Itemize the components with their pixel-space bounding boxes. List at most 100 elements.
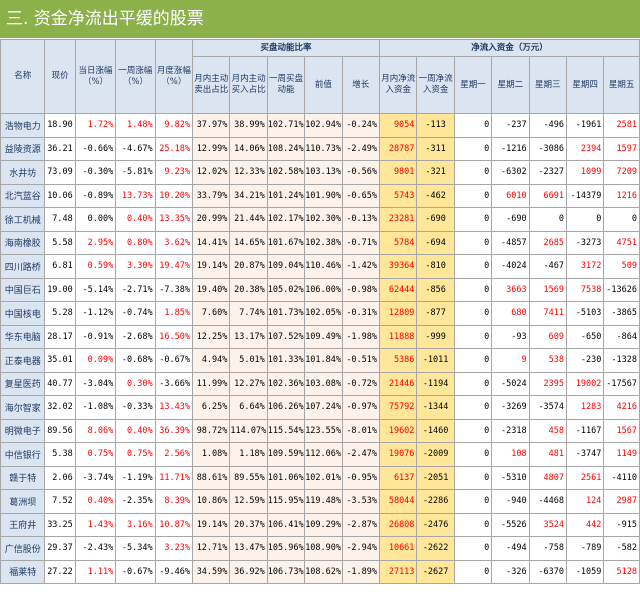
cell-week-change: 1.48%: [115, 113, 156, 138]
cell-name: 浩物电力: [0, 113, 46, 138]
cell-month-net: 5784: [379, 230, 418, 255]
cell-active-sell: 19.14%: [192, 512, 231, 537]
cell-fri: 1216: [603, 183, 640, 208]
cell-mon: 0: [453, 254, 493, 279]
cell-active-sell: 4.94%: [192, 348, 231, 373]
cell-growth: -0.51%: [341, 348, 381, 373]
cell-day-change: -3.04%: [74, 371, 117, 396]
cell-tue: 680: [491, 301, 530, 326]
cell-price: 18.90: [44, 113, 76, 138]
cell-day-change: 1.72%: [74, 113, 117, 138]
cell-thu: -3273: [565, 230, 605, 255]
cell-active-buy: 20.37%: [229, 512, 268, 537]
cell-mon: 0: [453, 324, 493, 349]
cell-week-change: 3.16%: [115, 512, 156, 537]
cell-price: 33.25: [44, 512, 76, 537]
col-tue: 星期二: [491, 56, 530, 114]
cell-month-net: 28787: [379, 136, 418, 161]
cell-week-change: 0.75%: [115, 442, 156, 467]
cell-week-buy-power: 101.67%: [266, 230, 306, 255]
cell-tue: -690: [491, 207, 530, 232]
cell-active-buy: 14.06%: [229, 136, 268, 161]
col-price: 现价: [44, 39, 76, 114]
cell-week-net: -1011: [416, 348, 455, 373]
cell-week-change: 0.40%: [115, 207, 156, 232]
cell-month-change: 16.50%: [154, 324, 194, 349]
cell-day-change: 0.40%: [74, 489, 117, 514]
cell-week-net: -2622: [416, 536, 455, 561]
cell-week-net: -2476: [416, 512, 455, 537]
cell-prev-value: 109.49%: [304, 324, 343, 349]
col-fri: 星期五: [603, 56, 640, 114]
cell-active-buy: 36.92%: [229, 559, 268, 584]
cell-mon: 0: [453, 512, 493, 537]
cell-week-buy-power: 106.41%: [266, 512, 306, 537]
cell-day-change: -0.30%: [74, 160, 117, 185]
cell-active-buy: 14.65%: [229, 230, 268, 255]
cell-fri: -17567: [603, 371, 640, 396]
cell-day-change: -1.08%: [74, 395, 117, 420]
group-buy-ratio: 买盘动能比率: [192, 39, 381, 57]
cell-week-change: -4.67%: [115, 136, 156, 161]
cell-fri: 0: [603, 207, 640, 232]
cell-tue: -2318: [491, 418, 530, 443]
cell-fri: 1567: [603, 418, 640, 443]
cell-week-net: -2051: [416, 465, 455, 490]
cell-prev-value: 102.38%: [304, 230, 343, 255]
cell-prev-value: 109.29%: [304, 512, 343, 537]
cell-name: 华东电脑: [0, 324, 46, 349]
cell-prev-value: 103.08%: [304, 371, 343, 396]
cell-active-sell: 7.60%: [192, 301, 231, 326]
table-row: 中国巨石 19.00 -5.14% -2.71% -7.38% 19.40% 20.38% 1…: [0, 277, 640, 302]
cell-active-buy: 12.33%: [229, 160, 268, 185]
cell-active-buy: 38.99%: [229, 113, 268, 138]
cell-growth: -2.49%: [341, 136, 381, 161]
cell-growth: -2.87%: [341, 512, 381, 537]
cell-mon: 0: [453, 230, 493, 255]
cell-week-net: -690: [416, 207, 455, 232]
cell-mon: 0: [453, 395, 493, 420]
table-row: 葛洲坝 7.52 0.40% -2.35% 8.39% 10.86% 12.59% 115.9…: [0, 489, 640, 514]
cell-week-change: 0.40%: [115, 418, 156, 443]
cell-active-sell: 10.86%: [192, 489, 231, 514]
cell-month-net: 58044: [379, 489, 418, 514]
cell-week-buy-power: 106.26%: [266, 395, 306, 420]
cell-wed: 0: [528, 207, 567, 232]
table-body: 浩物电力 18.90 1.72% 1.48% 9.82% 37.97% 38.99% 102.…: [0, 113, 640, 584]
cell-week-change: 13.73%: [115, 183, 156, 208]
cell-thu: -230: [565, 348, 605, 373]
cell-growth: -0.24%: [341, 113, 381, 138]
cell-wed: 3524: [528, 512, 567, 537]
cell-week-change: 0.80%: [115, 230, 156, 255]
cell-prev-value: 112.06%: [304, 442, 343, 467]
cell-week-buy-power: 102.17%: [266, 207, 306, 232]
cell-fri: -582: [603, 536, 640, 561]
cell-growth: -3.53%: [341, 489, 381, 514]
table-row: 明微电子 89.56 8.06% 0.40% 36.39% 98.72% 114.07% 11…: [0, 418, 640, 443]
cell-price: 19.00: [44, 277, 76, 302]
cell-price: 7.52: [44, 489, 76, 514]
cell-month-change: 2.56%: [154, 442, 194, 467]
cell-prev-value: 102.01%: [304, 465, 343, 490]
cell-active-sell: 19.40%: [192, 277, 231, 302]
table-row: 海南橡胶 5.58 2.95% 0.80% 3.62% 14.41% 14.65% 101.6…: [0, 230, 640, 255]
col-name: 名称: [0, 39, 46, 114]
cell-prev-value: 102.05%: [304, 301, 343, 326]
cell-wed: 7411: [528, 301, 567, 326]
table-row: 水井坊 73.09 -0.30% -5.81% 9.23% 12.02% 12.33% 102…: [0, 160, 640, 185]
cell-price: 29.37: [44, 536, 76, 561]
cell-thu: 2394: [565, 136, 605, 161]
cell-week-buy-power: 101.73%: [266, 301, 306, 326]
cell-fri: -3865: [603, 301, 640, 326]
cell-mon: 0: [453, 277, 493, 302]
cell-day-change: -3.74%: [74, 465, 117, 490]
cell-prev-value: 108.62%: [304, 559, 343, 584]
cell-fri: -1328: [603, 348, 640, 373]
col-active-buy: 月内主动买入占比: [229, 56, 268, 114]
cell-growth: -0.56%: [341, 160, 381, 185]
cell-week-change: -2.71%: [115, 277, 156, 302]
col-mon: 星期一: [453, 56, 493, 114]
col-week-buy-power: 一周买盘动能: [266, 56, 306, 114]
cell-active-sell: 98.72%: [192, 418, 231, 443]
col-active-sell: 月内主动卖出占比: [192, 56, 231, 114]
